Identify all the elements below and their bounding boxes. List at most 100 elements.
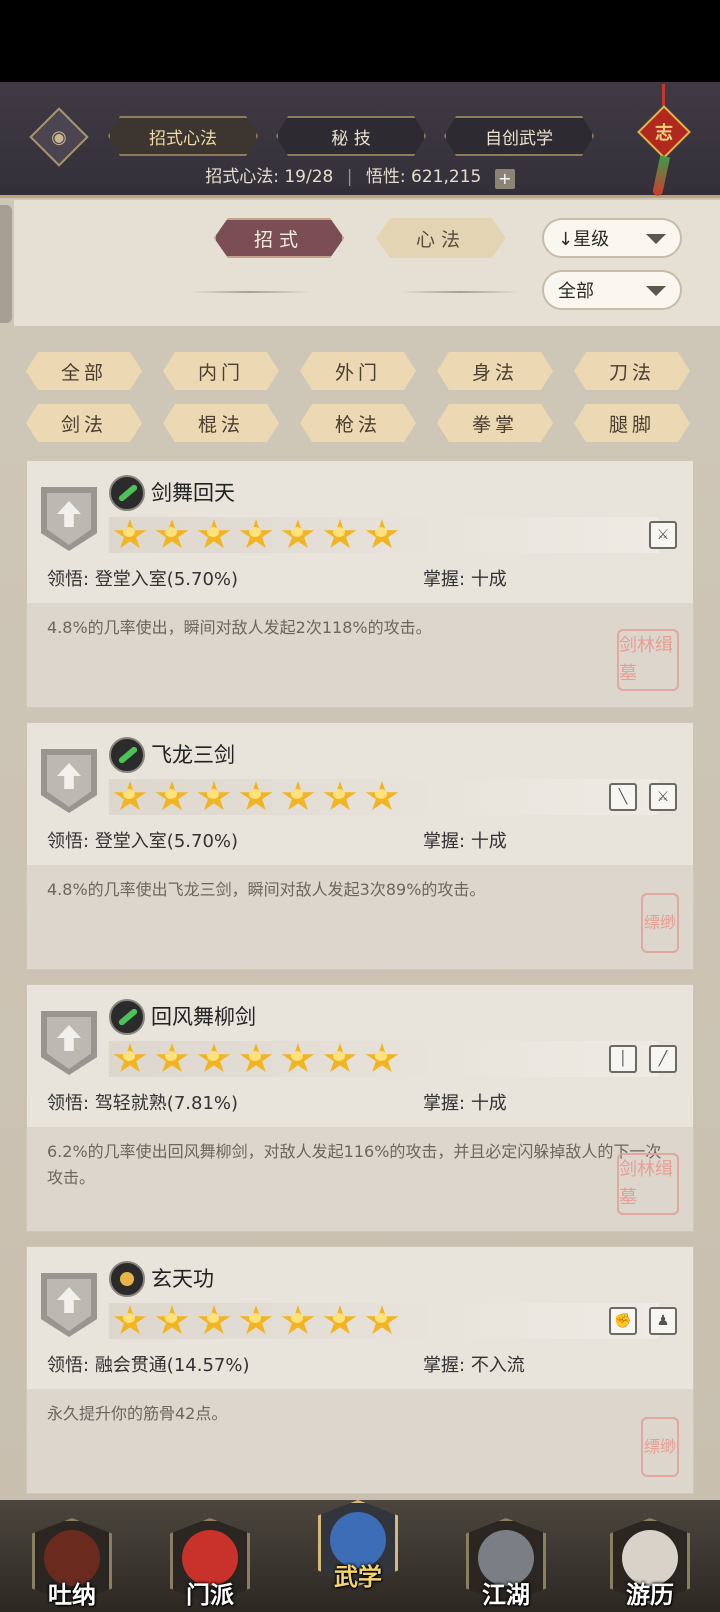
seal-stamp: 缥缈 bbox=[641, 1417, 679, 1477]
zhangwo-text: 掌握: 十成 bbox=[423, 569, 507, 590]
sword-type-icon bbox=[109, 737, 145, 773]
fist-icon: ✊ bbox=[609, 1307, 637, 1335]
star-icon bbox=[197, 1305, 231, 1335]
zhangwo-value: 十成 bbox=[470, 569, 507, 590]
skill-description: 6.2%的几率使出回风舞柳剑，对敌人发起116%的攻击，并且必定闪躲掉敌人的下一… bbox=[27, 1127, 693, 1231]
sword-whip-icon: ⚔ bbox=[649, 521, 677, 549]
seal-stamp: 剑林缉墓 bbox=[617, 629, 679, 691]
star-icon bbox=[239, 1043, 273, 1073]
skill-description: 永久提升你的筋骨42点。 bbox=[27, 1389, 693, 1493]
tab-zhaoshi[interactable]: 招式 bbox=[214, 218, 344, 258]
star-icon bbox=[323, 1305, 357, 1335]
star-icon bbox=[113, 1305, 147, 1335]
filter-waimen[interactable]: 外门 bbox=[300, 352, 416, 390]
nav-menpai[interactable]: 门派 bbox=[164, 1518, 256, 1610]
lingwu-value: 融会贯通(14.57%) bbox=[94, 1355, 250, 1376]
star-icon bbox=[155, 1305, 189, 1335]
lingwu-value: 驾轻就熟(7.81%) bbox=[94, 1093, 239, 1114]
filter-neimen[interactable]: 内门 bbox=[163, 352, 279, 390]
divider-right bbox=[400, 291, 520, 293]
seal-stamp: 剑林缉墓 bbox=[617, 1153, 679, 1215]
stats-line: 招式心法: 19/28 | 悟性: 621,215 + bbox=[0, 162, 720, 189]
skill-card[interactable]: 剑舞回天 ⚔ 领悟: 登堂入室(5.70%) 掌握: 十成 4.8%的几率使出，… bbox=[26, 460, 694, 708]
skill-name: 剑舞回天 bbox=[151, 481, 235, 505]
tab-xinfa[interactable]: 心法 bbox=[376, 218, 506, 258]
bottom-nav: 吐纳 门派 武学 江湖 游历 bbox=[0, 1500, 720, 1612]
zhangwo-text: 掌握: 十成 bbox=[423, 1093, 507, 1114]
star-icon bbox=[239, 781, 273, 811]
star-icon bbox=[323, 519, 357, 549]
sword-type-icon bbox=[109, 475, 145, 511]
skill-description: 4.8%的几率使出飞龙三剑，瞬间对敌人发起3次89%的攻击。 bbox=[27, 865, 693, 969]
nav-wuxue[interactable]: 武学 bbox=[312, 1500, 404, 1592]
filter-qiangfa[interactable]: 枪法 bbox=[300, 404, 416, 442]
nav-label: 吐纳 bbox=[48, 1580, 96, 1609]
star-icon bbox=[155, 1043, 189, 1073]
star-icon bbox=[281, 1305, 315, 1335]
tab-zhaoshi-xinfa[interactable]: 招式心法 bbox=[108, 116, 258, 156]
eye-icon: ◉ bbox=[51, 126, 67, 148]
filter-daofa[interactable]: 刀法 bbox=[574, 352, 690, 390]
filter-dropdown-value: 全部 bbox=[558, 281, 594, 302]
skill-card[interactable]: 飞龙三剑 ╲ ⚔ 领悟: 登堂入室(5.70%) 掌握: 十成 4.8%的几率使… bbox=[26, 722, 694, 970]
star-icon bbox=[239, 519, 273, 549]
blade-icon: ╱ bbox=[649, 1045, 677, 1073]
nav-youli[interactable]: 游历 bbox=[604, 1518, 696, 1610]
staff-icon: │ bbox=[609, 1045, 637, 1073]
skill-name: 回风舞柳剑 bbox=[151, 1005, 256, 1029]
skill-name: 飞龙三剑 bbox=[151, 743, 235, 767]
star-rating bbox=[109, 779, 659, 815]
star-rating bbox=[109, 1041, 659, 1077]
star-icon bbox=[155, 519, 189, 549]
star-icon bbox=[323, 1043, 357, 1073]
star-icon bbox=[323, 781, 357, 811]
nav-label: 武学 bbox=[334, 1562, 382, 1591]
filter-quanzhang[interactable]: 拳掌 bbox=[437, 404, 553, 442]
stats-value: 19/28 bbox=[284, 167, 334, 187]
status-bar bbox=[0, 0, 720, 82]
star-icon bbox=[113, 1043, 147, 1073]
star-icon bbox=[365, 781, 399, 811]
upgrade-badge[interactable] bbox=[41, 1011, 97, 1075]
star-icon bbox=[113, 781, 147, 811]
charm-char: 志 bbox=[655, 123, 673, 144]
filter-jianfa[interactable]: 剑法 bbox=[26, 404, 142, 442]
star-icon bbox=[365, 1043, 399, 1073]
tab-zichuang[interactable]: 自创武学 bbox=[444, 116, 594, 156]
charm-button[interactable]: 志 bbox=[636, 84, 692, 197]
sort-dropdown[interactable]: ↓星级 bbox=[542, 218, 682, 258]
lingwu-text: 领悟: 登堂入室(5.70%) bbox=[47, 831, 239, 852]
tab-miji[interactable]: 秘 技 bbox=[276, 116, 426, 156]
skill-card[interactable]: 回风舞柳剑 │ ╱ 领悟: 驾轻就熟(7.81%) 掌握: 十成 6.2%的几率… bbox=[26, 984, 694, 1232]
wuxing-label: 悟性: bbox=[365, 167, 406, 187]
upgrade-badge[interactable] bbox=[41, 487, 97, 551]
filter-dropdown[interactable]: 全部 bbox=[542, 270, 682, 310]
skill-card[interactable]: 玄天功 ✊ ♟ 领悟: 融会贯通(14.57%) 掌握: 不入流 永久提升你的筋… bbox=[26, 1246, 694, 1494]
skill-description: 4.8%的几率使出，瞬间对敌人发起2次118%的攻击。 bbox=[27, 603, 693, 707]
sort-dropdown-value: ↓星级 bbox=[558, 229, 610, 250]
nav-label: 江湖 bbox=[482, 1580, 530, 1609]
seal-stamp: 缥缈 bbox=[641, 893, 679, 953]
nav-jianghu[interactable]: 江湖 bbox=[460, 1518, 552, 1610]
nav-label: 游历 bbox=[626, 1580, 674, 1609]
filter-all[interactable]: 全部 bbox=[26, 352, 142, 390]
star-icon bbox=[281, 1043, 315, 1073]
upgrade-badge[interactable] bbox=[41, 749, 97, 813]
nav-tuna[interactable]: 吐纳 bbox=[26, 1518, 118, 1610]
star-icon bbox=[155, 781, 189, 811]
nav-label: 门派 bbox=[186, 1580, 234, 1609]
star-icon bbox=[281, 781, 315, 811]
scrollbar[interactable] bbox=[0, 205, 12, 323]
filter-shenfa[interactable]: 身法 bbox=[437, 352, 553, 390]
star-icon bbox=[365, 519, 399, 549]
filter-gunfa[interactable]: 棍法 bbox=[163, 404, 279, 442]
upgrade-badge[interactable] bbox=[41, 1273, 97, 1337]
star-icon bbox=[365, 1305, 399, 1335]
star-icon bbox=[239, 1305, 273, 1335]
zhangwo-text: 掌握: 不入流 bbox=[423, 1355, 525, 1376]
star-rating bbox=[109, 517, 659, 553]
star-icon bbox=[113, 519, 147, 549]
view-toggle-button[interactable]: ◉ bbox=[29, 107, 89, 167]
filter-tuijiao[interactable]: 腿脚 bbox=[574, 404, 690, 442]
add-wuxing-button[interactable]: + bbox=[494, 169, 515, 189]
